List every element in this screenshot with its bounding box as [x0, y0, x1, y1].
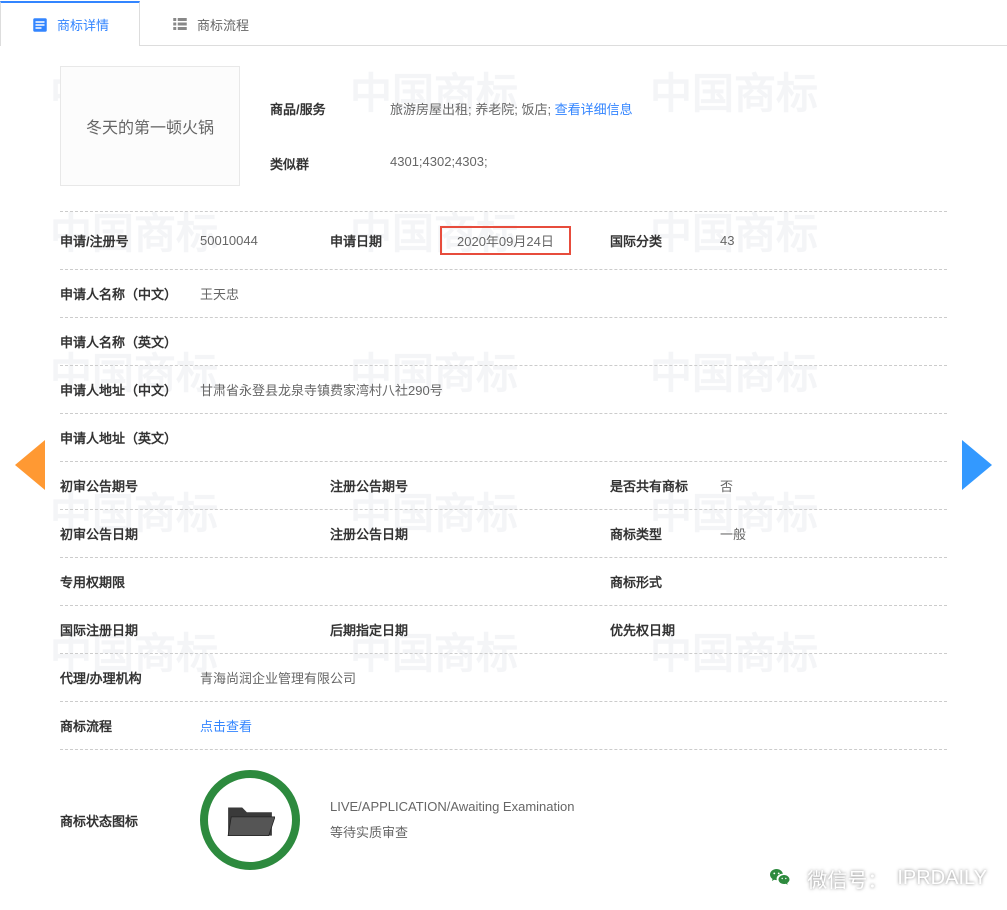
goods-value: 旅游房屋出租; 养老院; 饭店; 查看详细信息 [390, 99, 633, 118]
row-intl-reg-date: 国际注册日期 后期指定日期 优先权日期 [60, 605, 947, 653]
row-reg-no: 申请/注册号 50010044 申请日期 2020年09月24日 国际分类 43 [60, 211, 947, 269]
detail-icon [31, 16, 49, 34]
addr-cn-value: 甘肃省永登县龙泉寺镇费家湾村八社290号 [200, 380, 947, 399]
trademark-image: 冬天的第一顿火锅 [60, 66, 240, 186]
row-agent: 代理/办理机构 青海尚润企业管理有限公司 [60, 653, 947, 701]
row-process: 商标流程 点击查看 [60, 701, 947, 749]
group-label: 类似群 [270, 154, 390, 173]
group-value: 4301;4302;4303; [390, 154, 488, 173]
trademark-name: 冬天的第一顿火锅 [86, 114, 214, 138]
wx-label: 微信号： [807, 864, 887, 893]
goods-label: 商品/服务 [270, 99, 390, 118]
applicant-cn-value: 王天忠 [200, 284, 947, 303]
row-prelim-no: 初审公告期号 注册公告期号 是否共有商标 否 [60, 461, 947, 509]
wechat-icon [763, 861, 797, 895]
row-applicant-cn: 申请人名称（中文） 王天忠 [60, 269, 947, 317]
folder-icon [225, 800, 275, 840]
wx-id: IPRDAILY [897, 867, 987, 890]
wechat-footer: 微信号： IPRDAILY [763, 861, 987, 895]
joint-value: 否 [720, 476, 947, 495]
agent-value: 青海尚润企业管理有限公司 [200, 668, 947, 687]
goods-detail-link[interactable]: 查看详细信息 [555, 102, 633, 117]
next-arrow[interactable] [962, 440, 992, 490]
row-excl-period: 专用权期限 商标形式 [60, 557, 947, 605]
intl-class-value: 43 [720, 233, 947, 248]
row-applicant-en: 申请人名称（英文） [60, 317, 947, 365]
tab-bar: 商标详情 商标流程 [0, 0, 1007, 46]
reg-no-value: 50010044 [200, 233, 330, 248]
process-link[interactable]: 点击查看 [200, 719, 252, 734]
tm-type-value: 一般 [720, 524, 947, 543]
tab-detail-label: 商标详情 [57, 15, 109, 34]
row-addr-cn: 申请人地址（中文） 甘肃省永登县龙泉寺镇费家湾村八社290号 [60, 365, 947, 413]
tab-process[interactable]: 商标流程 [140, 1, 280, 46]
process-icon [171, 15, 189, 33]
content-panel: 冬天的第一顿火锅 商品/服务 旅游房屋出租; 养老院; 饭店; 查看详细信息 类… [0, 46, 1007, 910]
row-prelim-date: 初审公告日期 注册公告日期 商标类型 一般 [60, 509, 947, 557]
status-text: LIVE/APPLICATION/Awaiting Examination 等待… [330, 794, 574, 846]
row-addr-en: 申请人地址（英文） [60, 413, 947, 461]
tab-process-label: 商标流程 [197, 15, 249, 34]
status-icon [200, 770, 300, 870]
tab-detail[interactable]: 商标详情 [0, 1, 140, 46]
app-date-value: 2020年09月24日 [440, 226, 610, 255]
prev-arrow[interactable] [15, 440, 45, 490]
